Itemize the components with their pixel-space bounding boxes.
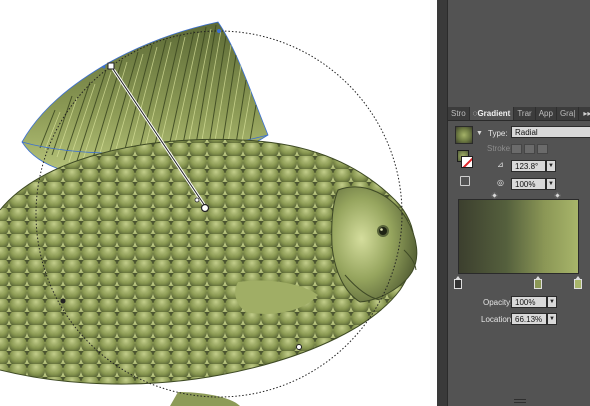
type-dropdown[interactable]: Radial [511, 126, 590, 138]
fish-illustration [0, 21, 418, 406]
opacity-dropdown-icon[interactable]: ▼ [547, 296, 557, 308]
gradient-panel-body: ▼ Type: Radial Stroke: ⊿ 123.8° ▼ ◎ 100%… [448, 122, 590, 406]
artboard-canvas[interactable] [0, 0, 437, 406]
aspect-ratio-icon: ◎ [497, 178, 504, 187]
panel-tabbar: Stro ◌Gradient Trar App Gra| ▸▸ [448, 107, 590, 121]
fish-head [331, 186, 418, 303]
gradient-origin-handle[interactable] [200, 203, 210, 213]
gradient-preview-thumbnail[interactable] [455, 126, 473, 144]
tab-gradient[interactable]: ◌Gradient [469, 107, 515, 120]
gradient-stop-selected[interactable] [534, 276, 542, 289]
stroke-label: Stroke: [487, 144, 513, 153]
tab-graphic-styles[interactable]: Gra| [557, 107, 580, 120]
opacity-label: Opacity: [483, 298, 513, 307]
angle-icon: ⊿ [497, 160, 504, 169]
type-label: Type: [488, 129, 508, 138]
chevron-down-icon[interactable]: ▼ [476, 130, 483, 137]
gradient-stop-start[interactable] [454, 276, 462, 289]
gradient-panel: Stro ◌Gradient Trar App Gra| ▸▸ ▼ Type: … [447, 0, 590, 406]
stroke-none-swatch[interactable] [461, 156, 473, 168]
panel-dock-gutter [437, 0, 447, 406]
gradient-midpoint-marker[interactable] [296, 344, 302, 350]
stroke-across-button[interactable] [537, 144, 548, 154]
location-dropdown-icon[interactable]: ▼ [547, 313, 557, 325]
location-input[interactable]: 66.13% [511, 313, 547, 325]
gradient-stop-end[interactable] [574, 276, 582, 289]
stroke-within-button[interactable] [511, 144, 522, 154]
angle-dropdown-icon[interactable]: ▼ [546, 160, 556, 172]
aspect-dropdown-icon[interactable]: ▼ [546, 178, 556, 190]
stroke-along-button[interactable] [524, 144, 535, 154]
aspect-ratio-input[interactable]: 100% [511, 178, 546, 190]
angle-input[interactable]: 123.8° [511, 160, 546, 172]
gradient-midpoint-diamond[interactable] [490, 191, 499, 200]
panel-menu-icon[interactable]: ▸▸ [579, 107, 590, 120]
gradient-midpoint-diamond-2[interactable] [553, 191, 562, 200]
tab-transparency[interactable]: Trar [514, 107, 536, 120]
tab-appearance[interactable]: App [536, 107, 557, 120]
tab-stroke[interactable]: Stro [448, 107, 470, 120]
tab-gradient-label: Gradient [477, 109, 511, 118]
gradient-end-handle[interactable] [107, 62, 115, 70]
anal-fin [170, 392, 240, 406]
location-label: Location: [481, 315, 514, 324]
panel-resize-grip[interactable] [514, 399, 526, 403]
gradient-slider-bar[interactable] [458, 199, 579, 274]
reverse-gradient-icon[interactable] [460, 176, 470, 186]
opacity-input[interactable]: 100% [511, 296, 547, 308]
gradient-stop-marker[interactable] [60, 298, 66, 304]
